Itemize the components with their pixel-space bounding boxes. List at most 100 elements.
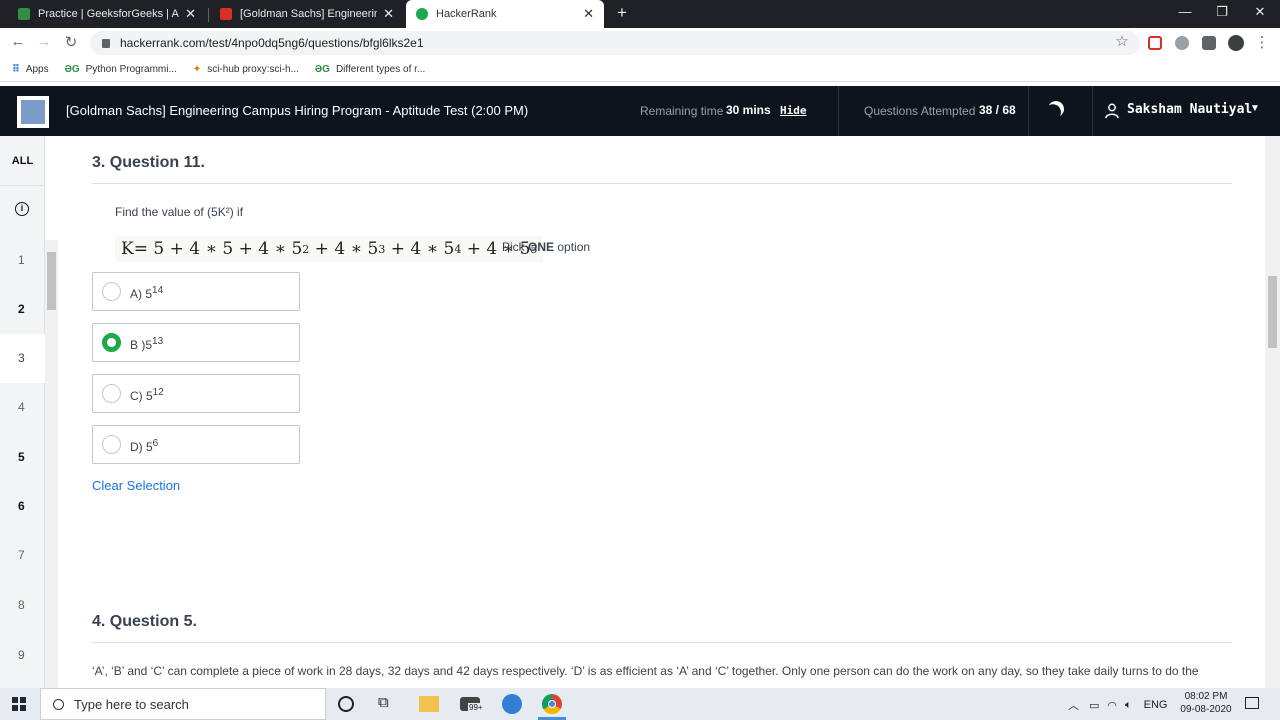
browser-toolbar: ← → ↻ hackerrank.com/test/4npo0dq5ng6/qu… bbox=[0, 28, 1280, 58]
close-window-button[interactable]: ✕ bbox=[1250, 4, 1270, 20]
cortana-icon[interactable] bbox=[338, 696, 354, 712]
puzzle-extensions-icon[interactable] bbox=[1202, 36, 1216, 50]
pocket-extension-icon[interactable] bbox=[1148, 36, 1162, 50]
tab-goldman-sachs-mail[interactable]: [Goldman Sachs] Engineering Ca ✕ bbox=[210, 0, 404, 28]
option-c[interactable]: C) 512 bbox=[92, 374, 300, 413]
windows-taskbar: Type here to search ⧉ 99+ ︿ ▭ ◠ 🔈︎ ENG 0… bbox=[0, 688, 1280, 720]
next-question-heading: 4. Question 5. bbox=[92, 613, 197, 630]
language-indicator[interactable]: ENG bbox=[1144, 699, 1168, 711]
search-icon bbox=[53, 698, 64, 710]
nav-question-1[interactable]: 1 bbox=[0, 236, 45, 285]
nav-question-5[interactable]: 5 bbox=[0, 433, 45, 482]
test-title: [Goldman Sachs] Engineering Campus Hirin… bbox=[66, 103, 529, 118]
info-icon[interactable]: i bbox=[15, 202, 29, 216]
option-a[interactable]: A) 514 bbox=[92, 272, 300, 311]
radio-button[interactable] bbox=[102, 282, 121, 301]
tab-geeksforgeeks[interactable]: Practice | GeeksforGeeks | A comp ✕ bbox=[8, 0, 206, 28]
nav-question-8[interactable]: 8 bbox=[0, 581, 45, 630]
option-label: B )513 bbox=[130, 336, 164, 352]
hide-timer-link[interactable]: Hide bbox=[780, 104, 807, 117]
globe-extension-icon[interactable] bbox=[1175, 36, 1189, 50]
address-bar[interactable]: hackerrank.com/test/4npo0dq5ng6/question… bbox=[90, 31, 1140, 55]
test-header: [Goldman Sachs] Engineering Campus Hirin… bbox=[0, 86, 1280, 136]
forward-arrow-icon[interactable]: → bbox=[34, 33, 54, 50]
url-text: hackerrank.com/test/4npo0dq5ng6/question… bbox=[120, 36, 424, 50]
scihub-icon: ✦ bbox=[192, 64, 202, 75]
close-tab-icon[interactable]: ✕ bbox=[383, 6, 394, 22]
geeksforgeeks-icon: ƏG bbox=[64, 64, 80, 75]
volume-icon[interactable]: 🔈︎ bbox=[1125, 699, 1132, 712]
bookmark-scihub[interactable]: ✦ sci-hub proxy:sci-h... bbox=[193, 64, 299, 75]
apps-grid-icon: ⠿ bbox=[12, 64, 20, 75]
bookmark-star-icon[interactable]: ☆ bbox=[1112, 32, 1132, 50]
navigator-scrollbar[interactable] bbox=[45, 240, 58, 688]
question-navigator: ALL i 1 2 3 4 5 6 7 8 9 bbox=[0, 136, 45, 688]
option-b[interactable]: B )513 bbox=[92, 323, 300, 362]
task-view-icon[interactable]: ⧉ bbox=[378, 694, 398, 714]
tab-hackerrank[interactable]: HackerRank ✕ bbox=[406, 0, 604, 28]
taskbar-clock[interactable]: 08:02 PM 09-08-2020 bbox=[1176, 690, 1236, 716]
back-arrow-icon[interactable]: ← bbox=[8, 33, 28, 50]
bookmarks-bar: ⠿ Apps ƏG Python Programmi... ✦ sci-hub … bbox=[0, 58, 1280, 82]
question-prompt: Find the value of (5K²) if bbox=[115, 205, 244, 219]
nav-question-7[interactable]: 7 bbox=[0, 531, 45, 580]
close-tab-icon[interactable]: ✕ bbox=[583, 6, 594, 22]
nav-question-6[interactable]: 6 bbox=[0, 482, 45, 531]
nav-question-2[interactable]: 2 bbox=[0, 285, 45, 334]
clear-selection-link[interactable]: Clear Selection bbox=[92, 478, 180, 493]
remaining-time-label: Remaining time bbox=[640, 104, 724, 118]
dark-mode-moon-icon[interactable] bbox=[1046, 99, 1067, 120]
radio-button-selected[interactable] bbox=[102, 333, 121, 352]
menu-kebab-icon[interactable]: ⋮ bbox=[1252, 33, 1272, 51]
user-name[interactable]: Saksham Nautiyal bbox=[1127, 102, 1252, 117]
nav-all[interactable]: ALL bbox=[0, 136, 45, 186]
option-label: A) 514 bbox=[130, 285, 164, 301]
edge-browser-icon[interactable] bbox=[502, 694, 522, 714]
option-d[interactable]: D) 56 bbox=[92, 425, 300, 464]
mail-icon[interactable]: 99+ bbox=[460, 697, 484, 712]
user-icon bbox=[1105, 103, 1119, 119]
chevron-down-icon[interactable]: ▼ bbox=[1250, 103, 1260, 114]
geeksforgeeks-favicon-icon bbox=[18, 8, 30, 20]
file-explorer-icon[interactable] bbox=[419, 696, 439, 712]
bookmark-apps[interactable]: ⠿ Apps bbox=[12, 64, 49, 75]
gmail-favicon-icon bbox=[220, 8, 232, 20]
close-tab-icon[interactable]: ✕ bbox=[185, 6, 196, 22]
tab-title: Practice | GeeksforGeeks | A comp bbox=[38, 8, 179, 20]
chrome-icon[interactable] bbox=[542, 694, 562, 714]
page-scrollbar[interactable] bbox=[1265, 136, 1280, 688]
nav-question-9[interactable]: 9 bbox=[0, 631, 45, 680]
questions-panel: 3. Question 11. Find the value of (5K²) … bbox=[58, 136, 1265, 688]
geeksforgeeks-icon: ƏG bbox=[314, 64, 330, 75]
question-heading: 3. Question 11. bbox=[92, 154, 205, 171]
system-tray: ︿ ▭ ◠ 🔈︎ ENG bbox=[1068, 697, 1167, 713]
profile-avatar-icon[interactable] bbox=[1228, 35, 1244, 51]
wifi-icon[interactable]: ◠ bbox=[1107, 699, 1117, 712]
company-logo bbox=[17, 96, 49, 128]
tab-title: [Goldman Sachs] Engineering Ca bbox=[240, 8, 378, 20]
browser-tab-strip: Practice | GeeksforGeeks | A comp ✕ [Gol… bbox=[0, 0, 1280, 28]
reload-icon[interactable]: ↻ bbox=[61, 33, 81, 51]
option-label: C) 512 bbox=[130, 387, 164, 403]
chevron-up-icon[interactable]: ︿ bbox=[1068, 697, 1079, 713]
bookmark-python-programming[interactable]: ƏG Python Programmi... bbox=[65, 64, 177, 75]
lock-icon bbox=[102, 38, 110, 48]
battery-icon[interactable]: ▭ bbox=[1089, 699, 1099, 712]
remaining-time-value: 30 mins bbox=[726, 103, 771, 117]
windows-start-icon[interactable] bbox=[12, 697, 26, 711]
questions-attempted-label: Questions Attempted bbox=[864, 104, 976, 118]
question-formula-image: K= 5 + 4 ∗ 5 + 4 ∗ 52 + 4 ∗ 53 + 4 ∗ 54 … bbox=[115, 236, 544, 262]
nav-question-3[interactable]: 3 bbox=[0, 334, 45, 383]
maximize-button[interactable]: ❐ bbox=[1212, 4, 1232, 20]
radio-button[interactable] bbox=[102, 384, 121, 403]
radio-button[interactable] bbox=[102, 435, 121, 454]
hackerrank-favicon-icon bbox=[416, 8, 428, 20]
nav-question-4[interactable]: 4 bbox=[0, 383, 45, 432]
notification-icon[interactable] bbox=[1245, 697, 1259, 709]
minimize-button[interactable]: — bbox=[1175, 4, 1195, 19]
new-tab-button[interactable]: + bbox=[612, 3, 632, 23]
taskbar-search-box[interactable]: Type here to search bbox=[40, 688, 326, 720]
pick-one-instruction: Pick ONE option bbox=[502, 240, 591, 254]
bookmark-different-types[interactable]: ƏG Different types of r... bbox=[315, 64, 425, 75]
next-question-text: ‘A’, ‘B’ and ‘C’ can complete a piece of… bbox=[92, 664, 1199, 678]
